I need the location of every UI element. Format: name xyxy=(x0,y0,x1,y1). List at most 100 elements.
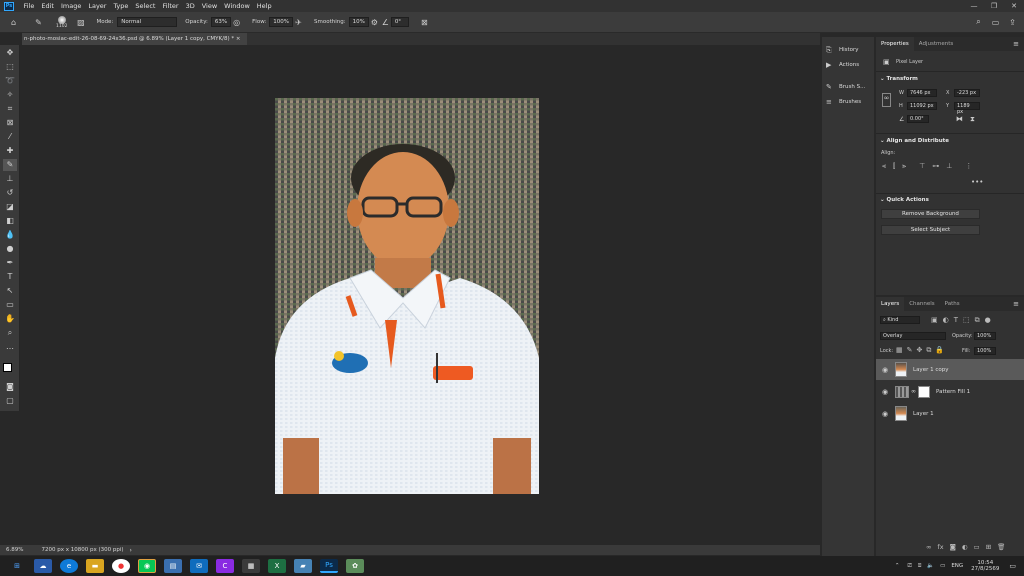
width-input[interactable]: 7646 px xyxy=(907,89,937,97)
lock-pixels-icon[interactable]: ✎ xyxy=(907,346,913,355)
align-bottom-icon[interactable]: ⊥ xyxy=(946,162,952,171)
dock-history[interactable]: ⎘ History xyxy=(826,43,872,57)
layer-name[interactable]: Layer 1 xyxy=(913,411,934,417)
clock[interactable]: 10:54 27/8/2569 xyxy=(971,560,999,572)
calculator-icon[interactable]: ▦ xyxy=(242,559,260,573)
blur-tool-icon[interactable]: 💧 xyxy=(3,229,17,241)
brush-preset-picker[interactable]: 1102 xyxy=(56,15,67,29)
layer-row[interactable]: ◉ Layer 1 copy xyxy=(876,359,1024,380)
file-explorer-icon[interactable]: ▬ xyxy=(86,559,104,573)
minimize-button[interactable]: — xyxy=(964,0,984,12)
transform-section-title[interactable]: ⌄ Transform xyxy=(880,76,918,82)
distribute-icon[interactable]: ⋮ xyxy=(965,162,972,171)
filter-type-icon[interactable]: T xyxy=(954,316,958,325)
lock-position-icon[interactable]: ✥ xyxy=(917,346,923,355)
close-button[interactable]: ✕ xyxy=(1004,0,1024,12)
brush-tool-icon[interactable]: ✎ xyxy=(3,159,17,171)
edge-browser-icon[interactable]: e xyxy=(60,559,78,573)
outlook-icon[interactable]: ✉ xyxy=(190,559,208,573)
tab-paths[interactable]: Paths xyxy=(940,297,965,311)
filter-pixel-icon[interactable]: ▣ xyxy=(931,316,938,325)
notification-icon[interactable]: ▭ xyxy=(1009,562,1016,570)
home-icon[interactable]: ⌂ xyxy=(8,17,19,28)
brush-tool-icon[interactable]: ✎ xyxy=(33,17,44,28)
remove-background-button[interactable]: Remove Background xyxy=(881,209,980,219)
quick-select-tool-icon[interactable]: ✧ xyxy=(3,89,17,101)
eraser-tool-icon[interactable]: ◪ xyxy=(3,201,17,213)
blend-mode-select[interactable]: Overlay xyxy=(880,332,946,340)
type-tool-icon[interactable]: T xyxy=(3,271,17,283)
dodge-tool-icon[interactable]: ● xyxy=(3,243,17,255)
airbrush-icon[interactable]: ✈ xyxy=(293,17,304,28)
select-subject-button[interactable]: Select Subject xyxy=(881,225,980,235)
lock-transparent-icon[interactable]: ▦ xyxy=(896,346,903,355)
foreground-color-swatch[interactable] xyxy=(3,363,12,372)
workspace-icon[interactable]: ▭ xyxy=(990,17,1001,28)
panel-menu-icon[interactable]: ≡ xyxy=(1013,300,1019,308)
align-right-icon[interactable]: ⫸ xyxy=(902,162,906,171)
visibility-eye-icon[interactable]: ◉ xyxy=(879,366,891,374)
close-tab-icon[interactable]: × xyxy=(236,36,241,42)
frame-tool-icon[interactable]: ⊠ xyxy=(3,117,17,129)
zoom-level[interactable]: 6.89% xyxy=(6,547,23,553)
layer-row[interactable]: ◉ Layer 1 xyxy=(876,403,1024,424)
layer-mask-thumbnail[interactable] xyxy=(918,385,930,398)
layer-opacity-input[interactable]: 100% xyxy=(974,332,996,340)
filter-shape-icon[interactable]: ⬚ xyxy=(963,316,970,325)
screen-mode-icon[interactable]: ▢ xyxy=(3,395,17,407)
layer-row[interactable]: ◉ ∞ Pattern Fill 1 xyxy=(876,381,1024,402)
canva-icon[interactable]: C xyxy=(216,559,234,573)
document-canvas-image[interactable] xyxy=(275,98,539,494)
align-center-h-icon[interactable]: ⫿ xyxy=(893,162,895,171)
excel-icon[interactable]: X xyxy=(268,559,286,573)
network-icon[interactable]: ⌸ xyxy=(918,563,921,570)
eyedropper-tool-icon[interactable]: ⁄ xyxy=(3,131,17,143)
menu-help[interactable]: Help xyxy=(253,2,275,10)
menu-edit[interactable]: Edit xyxy=(38,2,58,10)
filter-toggle-icon[interactable]: ● xyxy=(985,316,991,325)
gradient-tool-icon[interactable]: ◧ xyxy=(3,215,17,227)
align-section-title[interactable]: ⌄ Align and Distribute xyxy=(880,138,949,144)
tab-channels[interactable]: Channels xyxy=(904,297,939,311)
dock-actions[interactable]: ▶ Actions xyxy=(826,58,872,72)
link-icon[interactable]: ∞ xyxy=(882,93,891,107)
chrome-icon[interactable]: ● xyxy=(112,559,130,573)
shape-tool-icon[interactable]: ▭ xyxy=(3,299,17,311)
document-tab[interactable]: n-photo-mosiac-edit-26-08-69-24x36.psd @… xyxy=(22,33,247,45)
layer-filter-select[interactable]: ⌕ Kind xyxy=(880,316,920,324)
chevron-up-icon[interactable]: ⌃ xyxy=(895,563,900,569)
lock-artboard-icon[interactable]: ⧉ xyxy=(926,346,931,355)
quick-actions-section-title[interactable]: ⌄ Quick Actions xyxy=(880,197,929,203)
visibility-eye-icon[interactable]: ◉ xyxy=(879,410,891,418)
marquee-tool-icon[interactable]: ⬚ xyxy=(3,61,17,73)
layer-name[interactable]: Pattern Fill 1 xyxy=(936,389,970,395)
new-layer-icon[interactable]: ⊞ xyxy=(986,543,991,551)
photos-icon[interactable]: ▰ xyxy=(294,559,312,573)
paint-icon[interactable]: ✿ xyxy=(346,559,364,573)
menu-filter[interactable]: Filter xyxy=(159,2,182,10)
dock-brush-settings[interactable]: ✎ Brush S... xyxy=(826,80,872,94)
speaker-icon[interactable]: 🔈 xyxy=(927,563,934,569)
more-tools-icon[interactable]: … xyxy=(3,341,17,353)
move-tool-icon[interactable]: ✥ xyxy=(3,47,17,59)
layer-name[interactable]: Layer 1 copy xyxy=(913,367,948,373)
line-app-icon[interactable]: ◉ xyxy=(138,559,156,573)
crop-tool-icon[interactable]: ⌗ xyxy=(3,103,17,115)
align-top-icon[interactable]: ⊤ xyxy=(919,162,925,171)
pen-tool-icon[interactable]: ✒ xyxy=(3,257,17,269)
angle-input[interactable]: 0.00° xyxy=(907,115,929,123)
widgets-icon[interactable]: ☁ xyxy=(34,559,52,573)
menu-3d[interactable]: 3D xyxy=(182,2,198,10)
new-group-icon[interactable]: ▭ xyxy=(974,543,980,551)
stamp-tool-icon[interactable]: ⊥ xyxy=(3,173,17,185)
history-brush-tool-icon[interactable]: ↺ xyxy=(3,187,17,199)
language-indicator[interactable]: ENG xyxy=(951,563,963,569)
brush-angle-input[interactable]: 0° xyxy=(390,17,409,27)
flip-vertical-icon[interactable]: ⧗ xyxy=(970,115,975,124)
maximize-button[interactable]: ❐ xyxy=(984,0,1004,12)
symmetry-icon[interactable]: ⊠ xyxy=(419,17,430,28)
menu-file[interactable]: File xyxy=(20,2,38,10)
visibility-eye-icon[interactable]: ◉ xyxy=(879,388,891,396)
chevron-right-icon[interactable]: › xyxy=(130,547,132,554)
more-options-icon[interactable]: ••• xyxy=(971,178,983,186)
